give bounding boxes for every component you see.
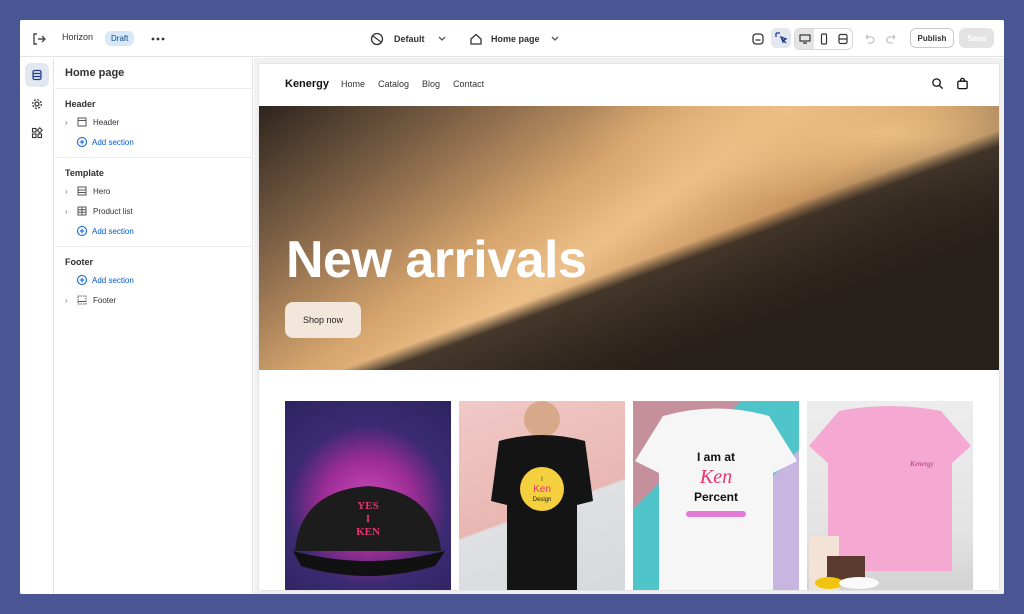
store-preview: Kenergy Home Catalog Blog Contact New ar…: [259, 64, 999, 590]
group-footer-label: Footer: [65, 257, 93, 267]
theme-editor-window: Horizon Draft Default Home page Publish …: [20, 20, 1004, 594]
print-line: Kenergy: [909, 460, 934, 468]
section-item-label: Header: [93, 117, 120, 127]
nav-link-home[interactable]: Home: [341, 79, 365, 89]
chevron-right-icon: ›: [65, 206, 68, 216]
add-section-button[interactable]: + Add section: [77, 134, 134, 150]
exit-icon[interactable]: [30, 30, 48, 48]
plus-circle-icon: +: [77, 137, 87, 147]
desktop-view-icon[interactable]: [795, 29, 814, 49]
print-line: Ken: [533, 484, 551, 495]
sections-sidebar: Home page Header › Header + Add section …: [55, 58, 253, 594]
editor-topbar: Horizon Draft Default Home page Publish …: [20, 20, 1004, 57]
footer-section-icon: [75, 294, 89, 306]
section-item-label: Hero: [93, 186, 111, 196]
more-icon[interactable]: [149, 30, 167, 48]
add-section-label: Add section: [92, 226, 134, 236]
plus-circle-icon: +: [77, 275, 87, 285]
add-section-label: Add section: [92, 275, 134, 285]
undo-icon[interactable]: [860, 30, 878, 48]
plus-circle-icon: +: [77, 226, 87, 236]
section-item-label: Footer: [93, 295, 117, 305]
template-select-label: Default: [394, 34, 425, 44]
print-line: Design: [533, 497, 552, 503]
status-badge: Draft: [105, 31, 135, 46]
mobile-view-icon[interactable]: [814, 29, 833, 49]
hero-section-icon: [75, 185, 89, 197]
product-list-section-icon: [75, 205, 89, 217]
product-card[interactable]: Kenergy: [807, 401, 973, 590]
group-header-label: Header: [65, 99, 96, 109]
print-line: KEN: [356, 526, 380, 538]
page-select[interactable]: Home page: [467, 30, 564, 48]
settings-gear-icon[interactable]: [25, 92, 49, 116]
add-section-label: Add section: [92, 137, 134, 147]
store-brand[interactable]: Kenergy: [285, 78, 329, 90]
store-header: Kenergy Home Catalog Blog Contact: [259, 64, 999, 106]
chevron-right-icon: ›: [65, 186, 68, 196]
search-icon[interactable]: [931, 77, 944, 95]
section-item-label: Product list: [93, 206, 133, 216]
left-rail: [20, 58, 54, 594]
store-nav: Home Catalog Blog Contact: [341, 79, 484, 89]
black-tee-image: I Ken Design: [491, 401, 593, 590]
print-line: I am at: [697, 450, 735, 464]
apps-icon[interactable]: [25, 121, 49, 145]
device-switcher: [794, 28, 853, 50]
chevron-down-icon: [546, 30, 564, 48]
globe-icon: [368, 30, 386, 48]
chevron-right-icon: ›: [65, 295, 68, 305]
add-section-button[interactable]: + Add section: [77, 223, 134, 239]
shop-now-button[interactable]: Shop now: [285, 302, 361, 338]
redo-icon[interactable]: [883, 30, 901, 48]
product-card[interactable]: I Ken Design: [459, 401, 625, 590]
section-item-footer[interactable]: › Footer: [65, 292, 116, 308]
product-card[interactable]: YES I KEN: [285, 401, 451, 590]
print-line: I: [366, 513, 370, 525]
sections-icon[interactable]: [25, 63, 49, 87]
pink-tee-image: Kenergy: [809, 406, 971, 590]
group-template-label: Template: [65, 168, 104, 178]
sidebar-title: Home page: [65, 67, 125, 79]
save-button[interactable]: Save: [959, 28, 994, 48]
white-tee-image: I am at Ken Percent: [635, 408, 797, 590]
nav-link-catalog[interactable]: Catalog: [378, 79, 409, 89]
hero-title: New arrivals: [286, 231, 587, 289]
template-select[interactable]: Default: [368, 30, 451, 48]
header-section-icon: [75, 116, 89, 128]
section-item-hero[interactable]: › Hero: [65, 183, 110, 199]
nav-link-contact[interactable]: Contact: [453, 79, 484, 89]
product-card[interactable]: I am at Ken Percent: [633, 401, 799, 590]
cap-image: YES I KEN: [293, 486, 445, 576]
inspector-icon[interactable]: [772, 29, 790, 47]
theme-name: Horizon: [62, 32, 94, 42]
page-select-label: Home page: [491, 34, 540, 44]
home-icon: [467, 30, 485, 48]
print-line: Percent: [694, 490, 738, 504]
print-line: YES: [357, 500, 378, 512]
chevron-right-icon: ›: [65, 117, 68, 127]
chevron-down-icon: [433, 30, 451, 48]
fullscreen-icon[interactable]: [833, 29, 852, 49]
publish-button[interactable]: Publish: [910, 28, 954, 48]
cart-bag-icon[interactable]: [956, 77, 969, 95]
hero-banner: New arrivals Shop now: [259, 106, 999, 370]
add-section-button[interactable]: + Add section: [77, 272, 134, 288]
print-line: Ken: [699, 466, 732, 488]
section-item-product-list[interactable]: › Product list: [65, 203, 133, 219]
nav-link-blog[interactable]: Blog: [422, 79, 440, 89]
ai-sparkle-icon[interactable]: [749, 30, 767, 48]
section-item-header[interactable]: › Header: [65, 114, 119, 130]
